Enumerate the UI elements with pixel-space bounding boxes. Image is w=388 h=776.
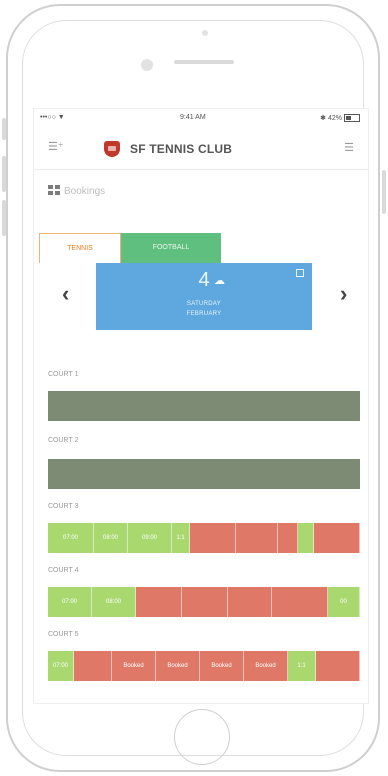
- day-weekday: SATURDAY: [186, 301, 222, 307]
- available-slot[interactable]: 08:00: [92, 587, 136, 617]
- court-4-label: COURT 4: [48, 567, 79, 574]
- mute-switch: [2, 118, 6, 140]
- booked-slot[interactable]: [316, 651, 360, 681]
- app-header: ☰⁺ SF TENNIS CLUB ☰: [34, 127, 368, 170]
- club-logo-icon: [104, 141, 120, 157]
- page-title: Bookings: [48, 185, 105, 197]
- booked-slot[interactable]: [228, 587, 272, 617]
- day-month: FEBRUARY: [186, 311, 222, 317]
- available-slot[interactable]: 07:00: [48, 587, 92, 617]
- available-slot[interactable]: [298, 523, 314, 553]
- booked-slot[interactable]: [136, 587, 182, 617]
- booked-slot[interactable]: [278, 523, 298, 553]
- booked-slot[interactable]: Booked: [244, 651, 288, 681]
- status-bar: •••○○ ▼ 9:41 AM ✱ 42%: [34, 109, 368, 127]
- prev-day-arrow-icon[interactable]: ‹: [62, 281, 69, 307]
- court-3-label: COURT 3: [48, 503, 79, 510]
- next-day-arrow-icon[interactable]: ›: [340, 281, 347, 307]
- app-screen: •••○○ ▼ 9:41 AM ✱ 42% ☰⁺ SF TENNIS CLUB …: [33, 108, 369, 704]
- court-4-schedule: 07:00 08:00 00: [48, 587, 360, 617]
- day-number: 4: [198, 269, 210, 291]
- proximity-sensor: [202, 30, 208, 36]
- court-1-label: COURT 1: [48, 371, 79, 378]
- court-2-label: COURT 2: [48, 437, 79, 444]
- booked-slot[interactable]: [74, 651, 112, 681]
- available-slot[interactable]: 07:00: [48, 651, 74, 681]
- hamburger-menu-icon[interactable]: ☰: [344, 141, 354, 154]
- volume-down-button: [2, 200, 6, 236]
- front-camera: [141, 59, 153, 71]
- volume-up-button: [2, 156, 6, 192]
- battery-label: ✱ 42%: [320, 115, 342, 122]
- available-slot[interactable]: 09:00: [128, 523, 172, 553]
- tab-football[interactable]: FOOTBALL: [121, 233, 221, 263]
- battery-icon: [344, 114, 360, 123]
- grid-icon: [48, 185, 60, 195]
- available-slot[interactable]: 07:00: [48, 523, 94, 553]
- calendar-icon[interactable]: [296, 269, 304, 277]
- booked-slot[interactable]: [272, 587, 328, 617]
- battery-status: ✱ 42%: [320, 114, 360, 123]
- court-3-schedule: 07:00 08:00 09:00 1:1: [48, 523, 360, 553]
- carrier-signal: •••○○ ▼: [40, 114, 65, 121]
- booked-slot[interactable]: Booked: [112, 651, 156, 681]
- home-button[interactable]: [174, 709, 230, 765]
- menu-plus-icon[interactable]: ☰⁺: [48, 140, 64, 153]
- weather-cloud-icon: ☁: [214, 275, 225, 287]
- app-title: SF TENNIS CLUB: [130, 142, 233, 156]
- page-title-label: Bookings: [64, 186, 106, 197]
- power-button: [382, 170, 386, 214]
- selected-day-card[interactable]: 4 ☁ SATURDAY FEBRUARY: [96, 263, 312, 330]
- court-1-schedule: [48, 391, 360, 421]
- available-slot[interactable]: 00: [328, 587, 360, 617]
- court-5-schedule: 07:00 Booked Booked Booked Booked 1:1: [48, 651, 360, 681]
- booked-slot[interactable]: [314, 523, 360, 553]
- court-5-label: COURT 5: [48, 631, 79, 638]
- booked-slot[interactable]: [236, 523, 278, 553]
- booked-slot[interactable]: [182, 587, 228, 617]
- court-2-schedule: [48, 459, 360, 489]
- status-time: 9:41 AM: [180, 114, 206, 121]
- earpiece-speaker: [174, 60, 234, 64]
- booked-slot[interactable]: Booked: [156, 651, 200, 681]
- booked-slot[interactable]: Booked: [200, 651, 244, 681]
- available-slot[interactable]: 08:00: [94, 523, 128, 553]
- tab-tennis[interactable]: TENNIS: [39, 233, 121, 263]
- available-slot[interactable]: 1:1: [288, 651, 316, 681]
- available-slot[interactable]: 1:1: [172, 523, 190, 553]
- booked-slot[interactable]: [190, 523, 236, 553]
